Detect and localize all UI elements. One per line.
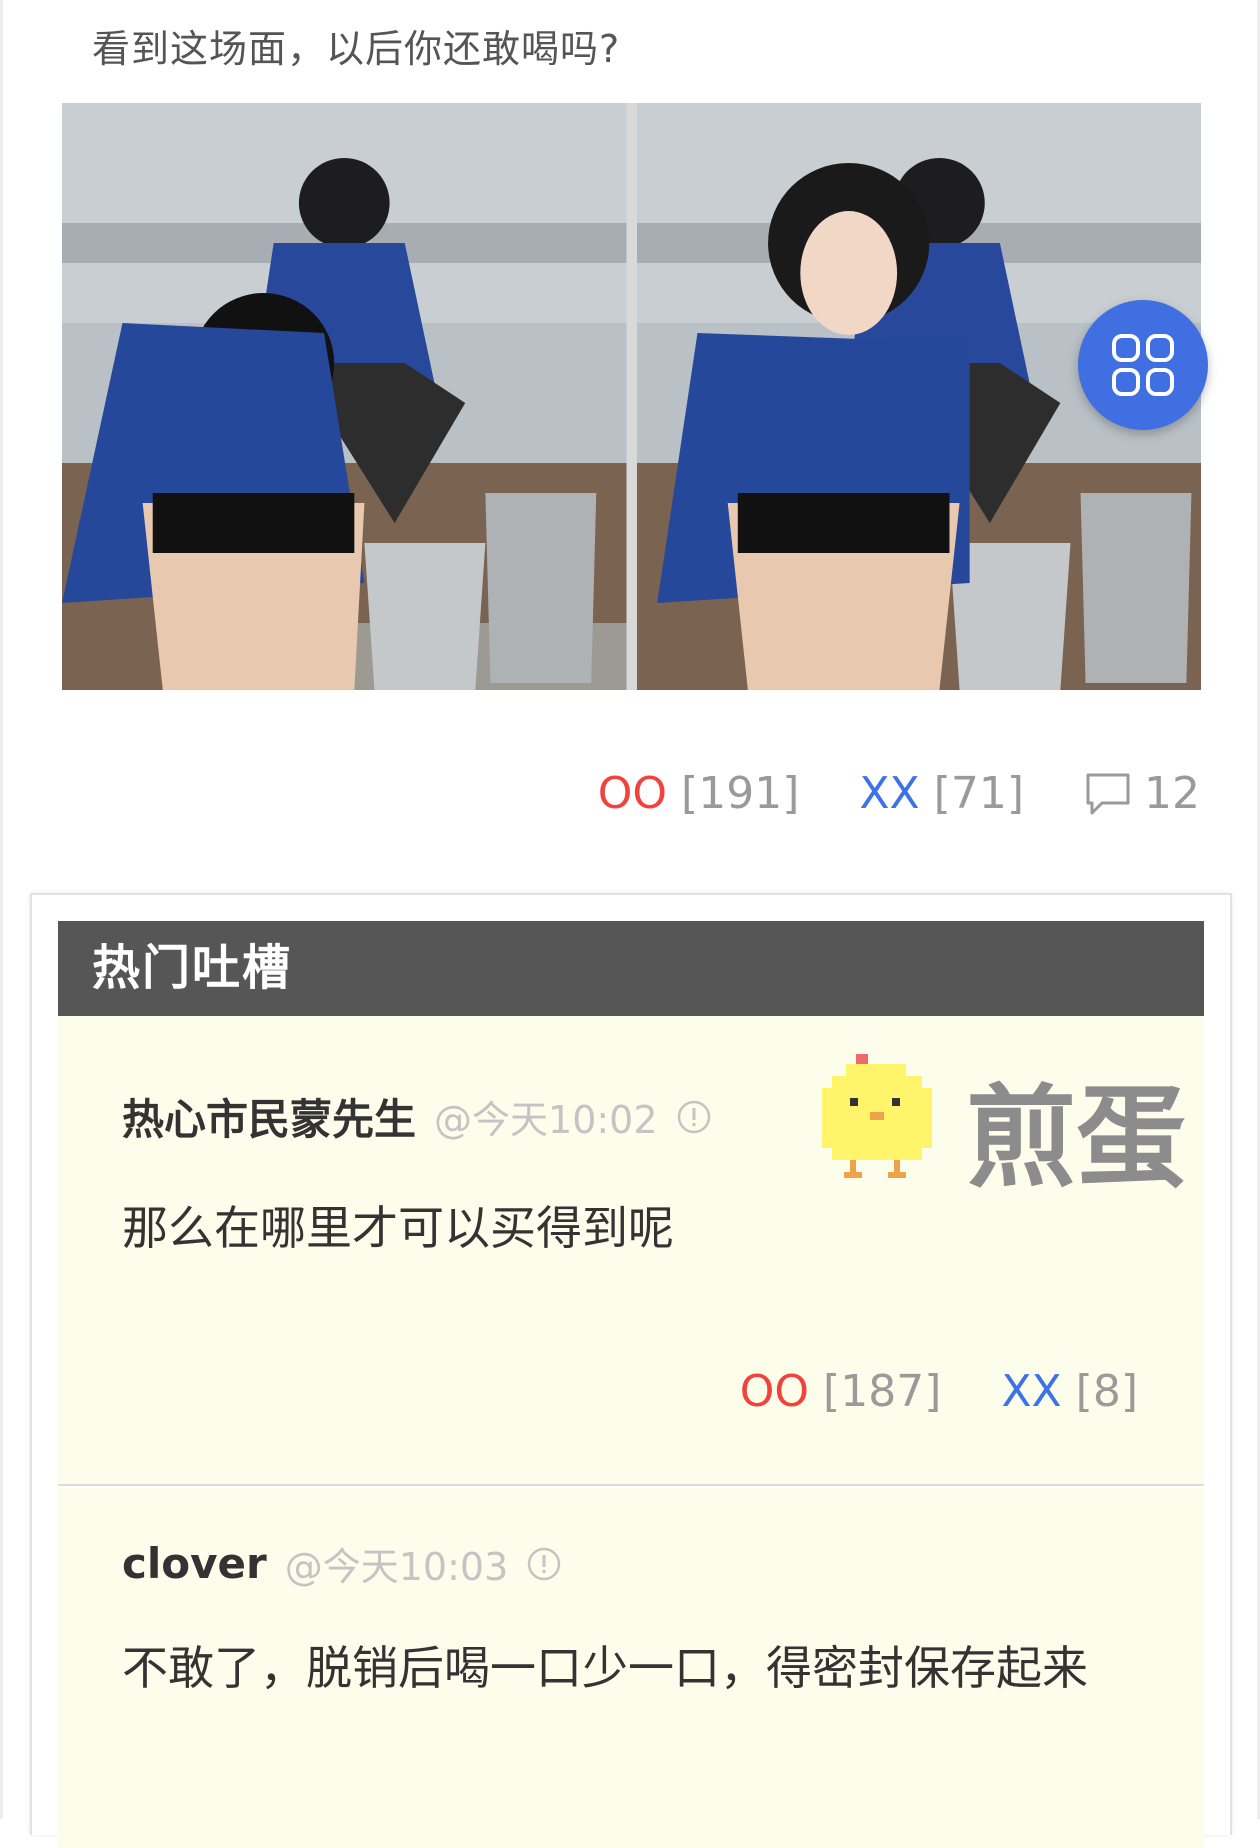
xx-button[interactable]: XX xyxy=(859,768,919,819)
speech-bubble-icon xyxy=(1086,773,1130,814)
comment-time: @今天10:03 xyxy=(284,1545,509,1589)
comment-xx-vote[interactable]: XX [8] xyxy=(1001,1366,1138,1417)
oo-button[interactable]: OO xyxy=(598,768,667,819)
comment-item: 热心市民蒙先生 @今天10:02 那么在哪里才可以买得到呢 OO [187] X… xyxy=(58,1016,1204,1486)
jandan-logo: 煎蛋 xyxy=(822,1054,1186,1202)
comment-author[interactable]: clover xyxy=(122,1539,267,1588)
fab-menu-button[interactable] xyxy=(1078,300,1208,430)
comment-count: 12 xyxy=(1144,768,1200,819)
post-caption: 看到这场面，以后你还敢喝吗? xyxy=(92,27,621,71)
post-oo-vote[interactable]: OO [191] xyxy=(598,768,800,819)
svg-text:煎蛋: 煎蛋 xyxy=(966,1074,1186,1202)
photo-panel-left xyxy=(62,103,627,690)
comment-count-button[interactable]: 12 xyxy=(1084,768,1200,819)
hot-comments-section: 热门吐槽 热心市民蒙先生 @今天10:02 那么在哪里才可以买得到呢 OO [1… xyxy=(30,893,1232,1848)
comment-header: 热心市民蒙先生 @今天10:02 xyxy=(122,1086,712,1147)
page-edge-left xyxy=(0,0,3,1819)
oo-count: [187] xyxy=(823,1366,942,1417)
grid-apps-icon xyxy=(1112,334,1174,396)
post-xx-vote[interactable]: XX [71] xyxy=(859,768,1024,819)
comment-header: clover @今天10:03 xyxy=(122,1536,562,1591)
comment-time: @今天10:02 xyxy=(434,1098,658,1142)
comment-item: clover @今天10:03 不敢了，脱销后喝一口少一口，得密封保存起来 xyxy=(58,1488,1204,1848)
xx-count: [8] xyxy=(1075,1366,1138,1417)
comment-text: 不敢了，脱销后喝一口少一口，得密封保存起来 xyxy=(122,1641,1088,1695)
xx-count: [71] xyxy=(933,768,1024,819)
oo-button[interactable]: OO xyxy=(740,1366,809,1417)
comment-oo-vote[interactable]: OO [187] xyxy=(740,1366,942,1417)
post-image[interactable] xyxy=(62,103,1201,690)
comment-vote-bar: OO [187] XX [8] xyxy=(740,1366,1138,1417)
info-circle-icon[interactable] xyxy=(526,1546,562,1582)
hot-comments-title: 热门吐槽 xyxy=(58,921,1204,1016)
xx-button[interactable]: XX xyxy=(1001,1366,1061,1417)
post-vote-bar: OO [191] XX [71] 12 xyxy=(598,768,1200,819)
info-circle-icon[interactable] xyxy=(676,1099,712,1135)
comment-text: 那么在哪里才可以买得到呢 xyxy=(122,1201,674,1255)
comment-author[interactable]: 热心市民蒙先生 xyxy=(122,1086,416,1147)
oo-count: [191] xyxy=(681,768,800,819)
